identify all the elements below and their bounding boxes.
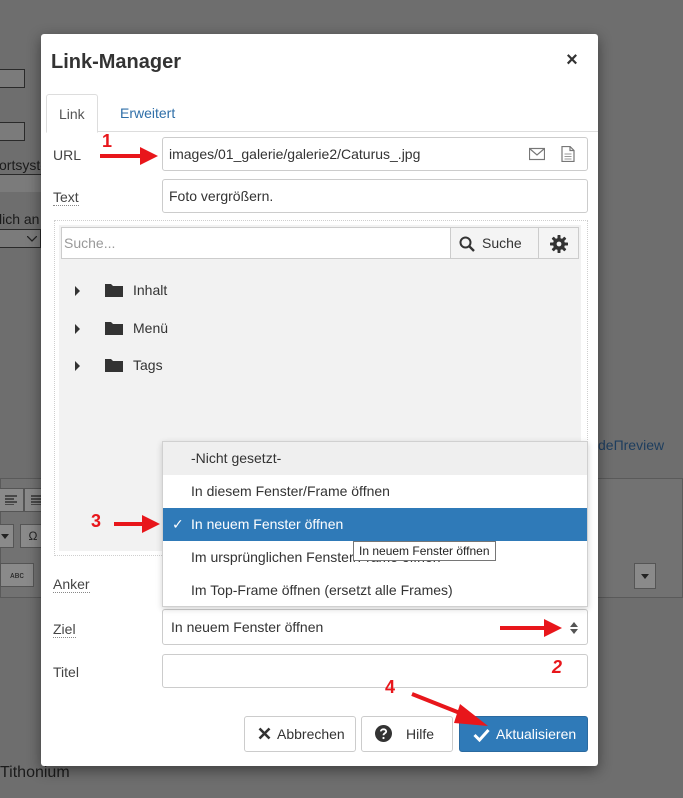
select-arrows-icon[interactable] [570,622,578,634]
option-new-window[interactable]: ✓ In neuem Fenster öffnen [163,508,587,541]
cancel-button-label: Abbrechen [277,726,345,742]
gear-icon [550,235,568,253]
tab-bar: Link Erweitert [46,94,598,133]
settings-button[interactable] [539,227,579,259]
file-icon[interactable] [561,146,575,162]
folder-icon [105,284,123,297]
search-icon [459,236,475,252]
option-same-frame[interactable]: In diesem Fenster/Frame öffnen [163,475,587,508]
caret-down-icon [1,533,9,539]
caret-right-icon[interactable] [75,361,80,371]
tree-item-label: Menü [133,320,169,336]
bg-tool-dropdown-right [634,563,656,589]
ziel-selected-value: In neuem Fenster öffnen [171,619,324,635]
annotation-arrow-2-icon [500,619,562,637]
bg-tool-dropdown [0,524,14,548]
bg-bottom-text: Tithonium [0,764,70,781]
bg-tool-align-icon [0,488,24,512]
option-tooltip: In neuem Fenster öffnen [353,541,496,561]
dialog-title: Link-Manager [51,51,182,73]
bg-divider [0,174,43,192]
option-top-frame[interactable]: Im Top-Frame öffnen (ersetzt alle Frames… [163,574,587,607]
option-label: In neuem Fenster öffnen [191,516,344,532]
chevron-down-icon [27,236,37,242]
link-manager-dialog: Link-Manager × Link Erweitert URL images… [41,34,598,766]
ziel-label: Ziel [53,621,76,638]
question-icon [375,725,392,742]
annotation-arrow-3-icon [114,515,160,533]
search-button-label: Suche [482,235,522,251]
bg-link-preview: deПreview [598,437,665,453]
url-input[interactable]: images/01_galerie/galerie2/Caturus_.jpg [162,137,588,171]
close-icon [258,727,271,740]
annotation-number-4: 4 [385,677,396,697]
titel-label: Titel [53,664,79,680]
tree-item-label: Inhalt [133,282,168,298]
check-icon [473,728,490,742]
text-value: Foto vergrößern. [169,188,274,204]
annotation-arrow-1-icon [100,147,158,165]
annotation-number-2: 2 [552,657,563,677]
ziel-dropdown-list: -Nicht gesetzt- In diesem Fenster/Frame … [162,441,588,607]
annotation-arrow-4-icon [411,692,488,726]
option-not-set[interactable]: -Nicht gesetzt- [163,442,587,475]
caret-right-icon[interactable] [75,286,80,296]
folder-icon [105,359,123,372]
bg-text-2: lich an [0,211,40,227]
update-button-label: Aktualisieren [496,726,577,742]
cancel-button[interactable]: Abbrechen [244,716,356,752]
align-icon [5,495,17,505]
url-value: images/01_galerie/galerie2/Caturus_.jpg [169,146,421,162]
search-button[interactable]: Suche [451,227,539,259]
close-button[interactable]: × [563,50,581,70]
text-input[interactable]: Foto vergrößern. [162,179,588,213]
annotation-number-3: 3 [91,511,102,531]
tab-erweitert[interactable]: Erweitert [108,94,187,133]
bg-input-2 [0,122,25,141]
folder-icon [105,322,123,335]
checkmark-icon: ✓ [172,516,184,532]
bg-tool-abc: ᴀʙᴄ [0,563,34,587]
email-icon[interactable] [529,147,545,161]
url-label: URL [53,147,82,163]
tab-link[interactable]: Link [46,94,98,133]
bg-select [0,229,41,248]
caret-right-icon[interactable] [75,324,80,334]
text-label: Text [53,189,79,206]
titel-input[interactable] [162,654,588,688]
search-input[interactable]: Suche... [61,227,451,259]
caret-down-icon [641,573,649,579]
tree-item-label: Tags [133,357,163,373]
anker-label: Anker [53,576,90,593]
bg-input-1 [0,69,25,88]
